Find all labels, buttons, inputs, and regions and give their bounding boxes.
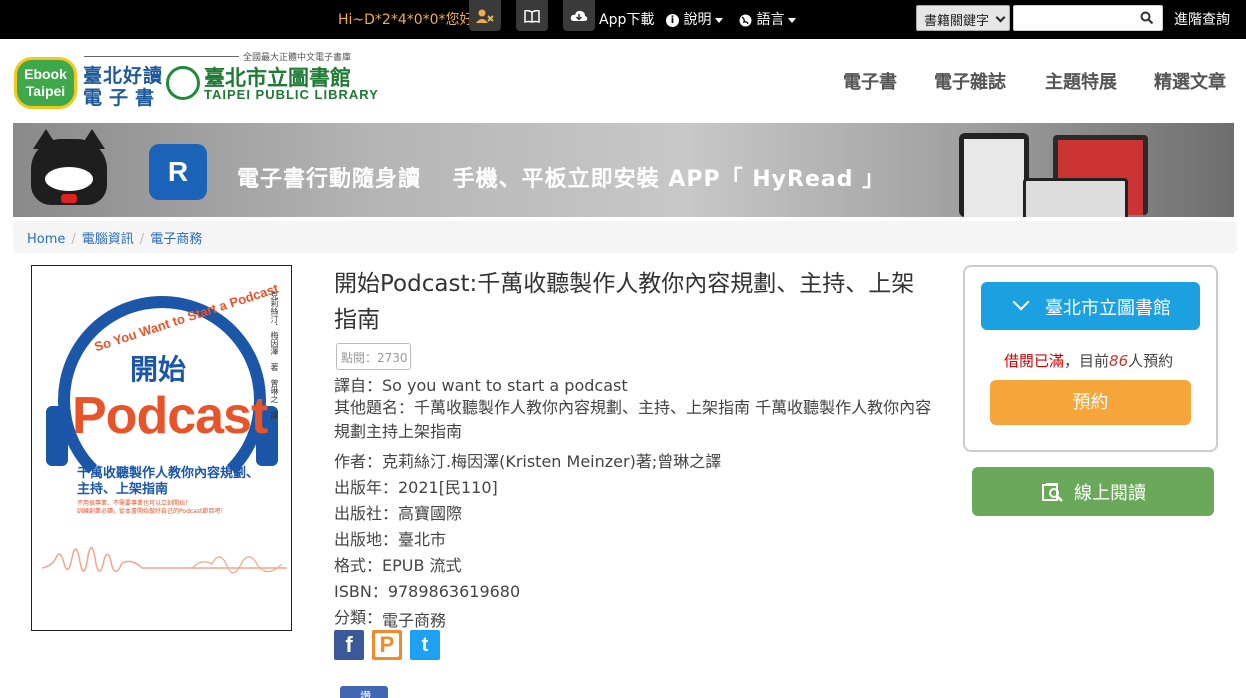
breadcrumb-separator: /: [139, 232, 145, 247]
cover-sound-wave: [42, 547, 287, 574]
cover-subtitle-line1: 千萬收聽製作人教你內容規劃、: [77, 466, 260, 481]
cover-author-side: 克莉絲汀．梅因澤 著 曾琳之 譯: [270, 291, 279, 419]
publisher: 出版社：高寶國際: [334, 504, 463, 523]
search-type-value: 書籍關鍵字: [924, 14, 990, 29]
twitter-share-icon[interactable]: t: [410, 630, 440, 660]
translated-from: 譯自：So you want to start a podcast: [334, 376, 628, 395]
breadcrumb-separator: /: [71, 232, 76, 247]
phone-image: [959, 133, 1029, 217]
book-cover[interactable]: So You Want to Start a Podcast 開始 Podcas…: [31, 265, 292, 631]
laptop-image: [1023, 178, 1128, 217]
breadcrumb-ecommerce[interactable]: 電子商務: [150, 232, 202, 247]
user-greeting[interactable]: Hi~D*2*4*0*0*您好!: [338, 9, 479, 29]
caret-down-icon: [788, 17, 797, 23]
cloud-download-icon: [570, 9, 588, 23]
search-icon[interactable]: [1140, 10, 1156, 26]
banner-text: 電子書行動隨身讀 手機、平板立即安裝 APP「 HyRead 」: [237, 167, 886, 192]
facebook-like-button[interactable]: 讚: [340, 686, 388, 698]
top-navbar: Hi~D*2*4*0*0*您好! App下載 i 說明 語言 書籍關鍵字 進階查…: [0, 0, 1246, 39]
reserve-button[interactable]: 預約: [990, 380, 1191, 425]
cat-mascot-image: [31, 129, 107, 205]
nav-featured-articles[interactable]: 精選文章: [1154, 68, 1226, 94]
hyread-app-icon: R: [149, 144, 207, 200]
cover-note: 不用很專業、不需要專業也可以立刻開始！ 訓練創業必讀，從本書開始做好自己的Pod…: [77, 500, 226, 516]
breadcrumb: Home / 電腦資訊 / 電子商務: [13, 221, 1237, 253]
library-select-label: 臺北市立圖書館: [1045, 298, 1171, 319]
headphone-left: [46, 406, 68, 466]
other-titles: 其他題名：千萬收聽製作人教你內容規劃、主持、上架指南 千萬收聽製作人教你內容規劃…: [334, 398, 932, 441]
status-suffix: 人預約: [1128, 352, 1174, 370]
read-online-label: 線上閱讀: [1074, 483, 1146, 504]
logo-text-line1: Ebook: [24, 66, 67, 82]
globe-icon: [739, 12, 756, 28]
author: 作者：克莉絲汀.梅因澤(Kristen Meinzer)著;曾琳之譯: [334, 452, 722, 471]
help-label: 說明: [683, 12, 712, 28]
help-menu[interactable]: i 說明: [666, 9, 724, 29]
ebook-taipei-logo: Ebook Taipei: [14, 57, 77, 109]
nav-ebooks[interactable]: 電子書: [843, 68, 897, 94]
borrow-status: 借閱已滿，目前86人預約: [1004, 350, 1173, 371]
advanced-search-link[interactable]: 進階查詢: [1174, 9, 1230, 29]
status-full: 借閱已滿: [1004, 352, 1065, 370]
category: 分類：電子商務: [334, 604, 446, 630]
format: 格式：EPUB 流式: [334, 556, 462, 575]
hit-count-badge: 點閱：2730: [336, 343, 411, 370]
facebook-share-icon[interactable]: f: [334, 630, 364, 660]
bookshelf-button[interactable]: [516, 0, 548, 31]
promo-banner[interactable]: R 電子書行動隨身讀 手機、平板立即安裝 APP「 HyRead 」: [13, 123, 1234, 217]
isbn: ISBN：9789863619680: [334, 582, 521, 601]
cover-note-line2: 訓練創業必讀，從本書開始做好自己的Podcast節目吧！: [77, 508, 227, 515]
category-label: 分類：: [334, 608, 383, 627]
chevron-down-icon: [995, 12, 1006, 23]
app-download-button[interactable]: [563, 0, 595, 31]
book-icon: [524, 9, 540, 23]
logo-divider: [84, 56, 239, 57]
reserve-count: 86: [1109, 352, 1129, 370]
plurk-letter: P: [375, 632, 399, 657]
read-online-button[interactable]: 線上閱讀: [972, 467, 1214, 516]
publish-place: 出版地：臺北市: [334, 530, 447, 549]
cover-note-line1: 不用很專業、不需要專業也可以立刻開始！: [77, 500, 192, 507]
read-online-icon: [1042, 482, 1064, 502]
site-name-line2: 電子書: [83, 87, 162, 109]
app-download-link[interactable]: App下載: [599, 9, 654, 29]
info-icon: i: [666, 13, 679, 27]
cover-chinese-title: 開始: [130, 353, 187, 386]
user-times-icon: [476, 9, 494, 23]
language-menu[interactable]: 語言: [739, 9, 797, 29]
site-logo[interactable]: Ebook Taipei 全國最大正體中文電子書庫 臺北好讀 電子書 臺北市立圖…: [14, 51, 378, 111]
cover-main-title: Podcast: [72, 387, 268, 445]
publish-year: 出版年：2021[民110]: [334, 478, 498, 497]
caret-down-icon: [715, 17, 724, 23]
language-label: 語言: [756, 12, 785, 28]
breadcrumb-home[interactable]: Home: [27, 232, 65, 247]
cover-subtitle-line2: 主持、上架指南: [77, 482, 169, 497]
chevron-down-icon: [1012, 293, 1030, 311]
library-name-en: TAIPEI PUBLIC LIBRARY: [204, 87, 379, 102]
nav-special-exhibits[interactable]: 主題特展: [1045, 68, 1117, 94]
category-link[interactable]: 電子商務: [382, 611, 446, 630]
search-type-select[interactable]: 書籍關鍵字: [916, 5, 1010, 31]
logout-button[interactable]: [469, 0, 501, 31]
book-title: 開始Podcast:千萬收聽製作人教你內容規劃、主持、上架指南: [334, 271, 915, 333]
logo-text-line2: Taipei: [25, 83, 66, 99]
nav-emagazines[interactable]: 電子雜誌: [934, 68, 1006, 94]
status-mid: ，目前: [1064, 352, 1110, 370]
plurk-share-icon[interactable]: P: [372, 630, 402, 660]
breadcrumb-computer-info[interactable]: 電腦資訊: [82, 232, 134, 247]
library-select-button[interactable]: 臺北市立圖書館: [981, 282, 1200, 330]
library-logo-icon: [166, 66, 200, 100]
cover-subtitle: 千萬收聽製作人教你內容規劃、 主持、上架指南: [77, 466, 259, 498]
